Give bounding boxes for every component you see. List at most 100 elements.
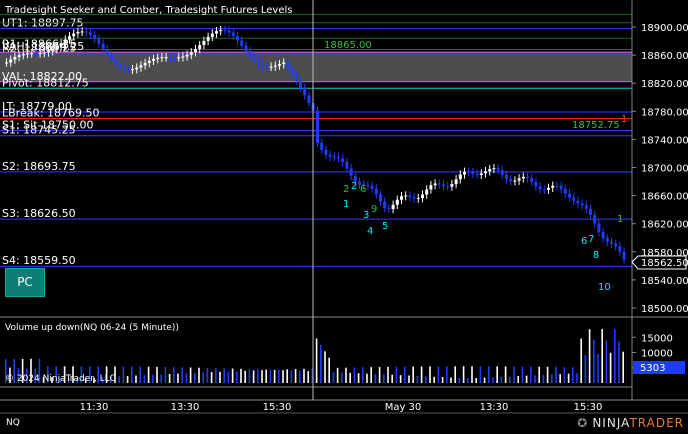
volume-bar bbox=[278, 369, 280, 383]
candle-body bbox=[576, 200, 580, 204]
candle-body bbox=[421, 194, 424, 199]
candle-body bbox=[9, 59, 13, 63]
last-price-marker: 18562.50 bbox=[631, 255, 688, 270]
candle-body bbox=[618, 246, 622, 252]
volume-bar bbox=[467, 378, 469, 383]
volume-bar bbox=[349, 372, 351, 383]
candle-body bbox=[597, 223, 601, 232]
volume-bar bbox=[383, 374, 385, 383]
volume-bar bbox=[391, 374, 393, 383]
candle-body bbox=[294, 74, 298, 81]
volume-bar bbox=[500, 376, 503, 383]
candle-body bbox=[286, 62, 290, 69]
candle-body bbox=[429, 185, 433, 190]
price-tick-label: 18700.00 bbox=[641, 164, 688, 175]
candle-body bbox=[538, 186, 542, 190]
candle-body bbox=[563, 188, 567, 194]
candle-body bbox=[131, 69, 134, 71]
candle-body bbox=[584, 205, 588, 209]
volume-bar bbox=[168, 373, 171, 383]
candle-body bbox=[278, 64, 281, 66]
candle-body bbox=[80, 31, 84, 33]
volume-bar bbox=[593, 339, 595, 383]
level-label: S1: 18745.25 bbox=[2, 124, 76, 137]
candle-body bbox=[496, 168, 500, 171]
candle-body bbox=[349, 168, 353, 176]
volume-bar bbox=[328, 357, 330, 383]
candle-body bbox=[395, 199, 399, 205]
volume-bar bbox=[223, 368, 225, 383]
candle-body bbox=[84, 31, 88, 33]
candle-body bbox=[458, 174, 462, 180]
volume-bar bbox=[210, 372, 213, 383]
volume-bar bbox=[546, 366, 549, 383]
volume-bar bbox=[290, 370, 293, 383]
time-tick-label: 15:30 bbox=[574, 402, 603, 413]
candle-body bbox=[328, 154, 332, 157]
candle-body bbox=[231, 32, 235, 37]
candle-body bbox=[517, 178, 521, 181]
volume-bar bbox=[152, 374, 154, 383]
candle-body bbox=[345, 162, 349, 169]
volume-bar bbox=[454, 366, 456, 383]
candle-body bbox=[152, 59, 155, 61]
volume-bar bbox=[471, 366, 473, 383]
volume-bar bbox=[580, 338, 582, 383]
candle-body bbox=[551, 185, 555, 188]
volume-bar bbox=[462, 366, 465, 383]
price-tick-label: 18740.00 bbox=[641, 135, 688, 146]
sequence-label: 1 bbox=[617, 214, 623, 225]
candle-body bbox=[475, 173, 479, 175]
instrument-tab[interactable]: NQ bbox=[6, 418, 20, 428]
volume-bar bbox=[126, 375, 129, 383]
volume-bar bbox=[425, 376, 427, 383]
volume-bar bbox=[378, 366, 381, 383]
volume-bar bbox=[248, 369, 251, 383]
candle-body bbox=[299, 80, 302, 88]
candle-body bbox=[185, 54, 189, 57]
volume-bar bbox=[353, 367, 356, 383]
candle-body bbox=[446, 186, 450, 188]
candle-body bbox=[463, 171, 466, 175]
candle-body bbox=[404, 195, 408, 197]
volume-bar bbox=[324, 351, 326, 383]
candle-body bbox=[391, 204, 395, 210]
time-tick-label: 13:30 bbox=[480, 402, 509, 413]
sequence-label: 2 bbox=[343, 184, 349, 195]
candle-body bbox=[488, 168, 492, 172]
candle-body bbox=[47, 51, 50, 53]
last-price-label: 18562.50 bbox=[641, 258, 688, 269]
volume-bar bbox=[366, 373, 368, 383]
candle-body bbox=[324, 149, 328, 155]
candle-body bbox=[416, 198, 420, 200]
candle-body bbox=[202, 40, 206, 46]
pc-button[interactable]: PC bbox=[5, 268, 45, 297]
volume-bar bbox=[252, 370, 255, 383]
candle-body bbox=[374, 188, 378, 195]
candle-body bbox=[240, 40, 244, 46]
volume-bar bbox=[588, 329, 591, 383]
candle-body bbox=[210, 33, 214, 37]
volume-bar bbox=[563, 367, 566, 383]
time-tick-label: May 30 bbox=[385, 402, 422, 413]
volume-bar bbox=[416, 375, 419, 383]
candle-body bbox=[509, 179, 513, 182]
volume-bar bbox=[504, 366, 507, 383]
volume-bar bbox=[488, 366, 490, 383]
volume-bar bbox=[618, 341, 620, 383]
candle-body bbox=[366, 185, 370, 187]
candle-body bbox=[17, 55, 21, 58]
volume-bar bbox=[450, 377, 452, 383]
candle-body bbox=[379, 194, 382, 202]
volume-bar bbox=[458, 377, 461, 383]
candle-body bbox=[500, 170, 504, 175]
candle-body bbox=[467, 171, 471, 173]
volume-bar bbox=[479, 366, 482, 383]
volume-bar bbox=[185, 373, 188, 383]
candle-body bbox=[425, 189, 429, 195]
candle-body bbox=[194, 49, 197, 53]
last-volume-marker: 5303 bbox=[633, 361, 685, 374]
candle-body bbox=[370, 185, 374, 189]
price-chart[interactable]: R1: 18866.25UT1: 18897.75VAH: 18864.25R2… bbox=[0, 0, 688, 434]
candle-body bbox=[433, 183, 437, 186]
